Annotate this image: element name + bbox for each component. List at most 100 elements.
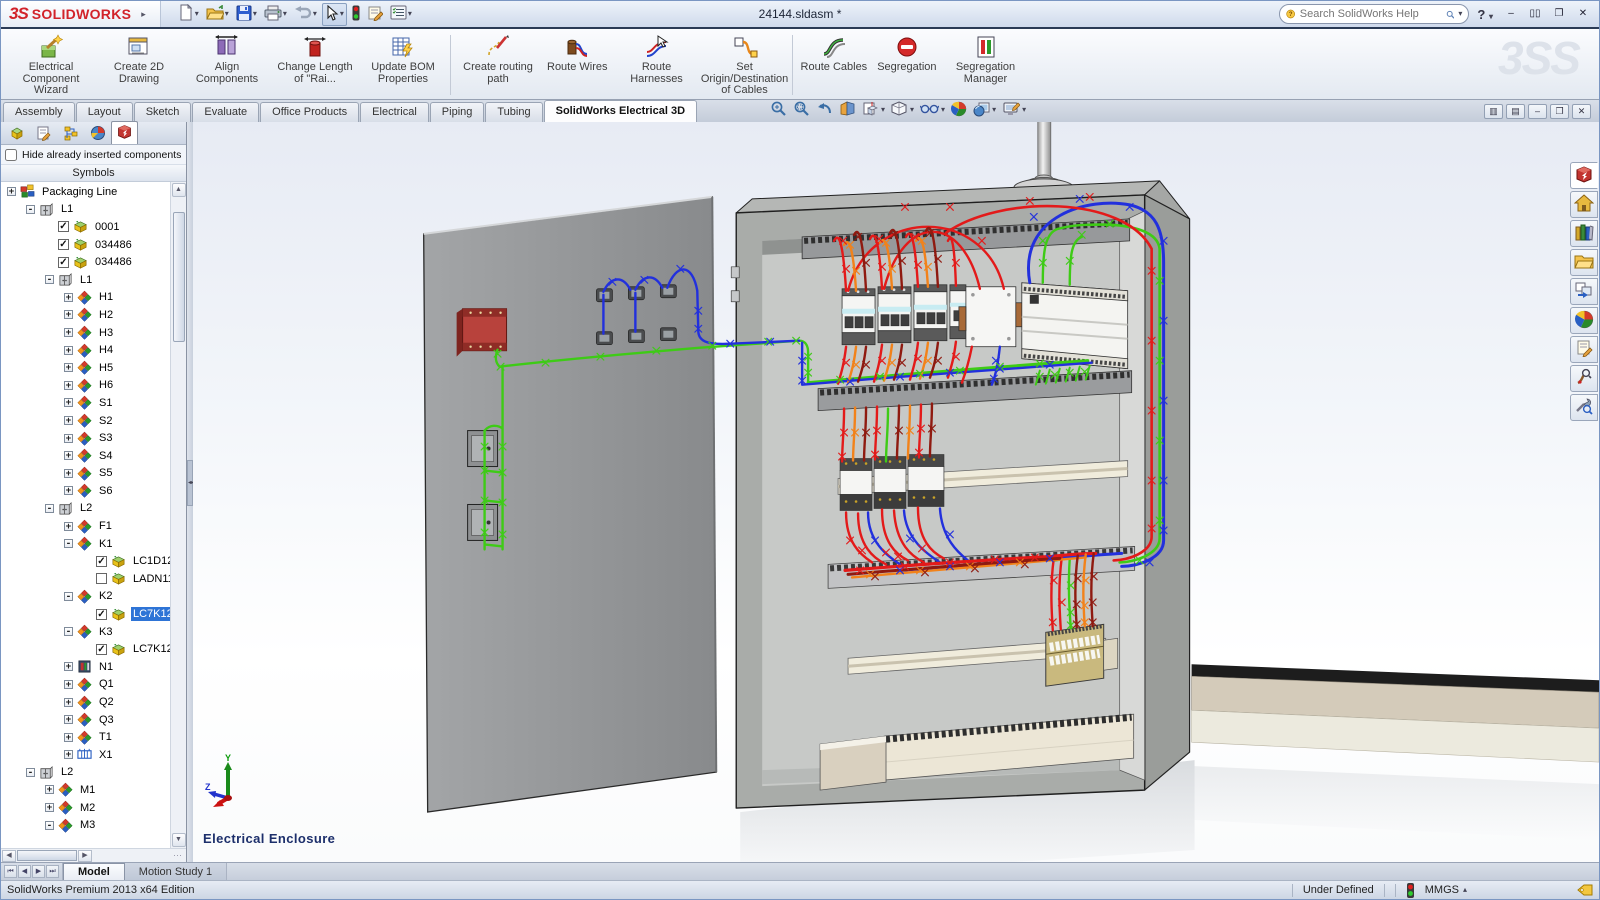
tree-item-q1[interactable]: +Q1 bbox=[1, 676, 170, 694]
expand-toggle[interactable]: + bbox=[64, 486, 73, 495]
tree-item-l1[interactable]: -L1 bbox=[1, 201, 170, 219]
options-button[interactable]: ▾ bbox=[388, 4, 414, 24]
visibility-checkbox[interactable]: ✓ bbox=[96, 556, 107, 567]
interference-check-button[interactable] bbox=[350, 4, 362, 25]
prev-tab-button[interactable]: ◀ bbox=[18, 865, 31, 878]
tab-solidworks-electrical-3d[interactable]: SolidWorks Electrical 3D bbox=[544, 100, 697, 122]
ribbon-segregation-manager-button[interactable]: Segregation Manager bbox=[942, 31, 1030, 99]
tab-evaluate[interactable]: Evaluate bbox=[192, 102, 259, 122]
undo-button[interactable]: ▾ bbox=[292, 4, 319, 25]
ribbon-change-length-of-rai-button[interactable]: Change Length of "Rai... bbox=[271, 31, 359, 99]
expand-toggle[interactable]: + bbox=[64, 363, 73, 372]
apply-scene-button[interactable]: ▾ bbox=[973, 101, 996, 120]
tree-item-h5[interactable]: +H5 bbox=[1, 359, 170, 377]
expand-toggle[interactable]: + bbox=[64, 293, 73, 302]
scroll-thumb[interactable] bbox=[173, 212, 185, 342]
next-tab-button[interactable]: ▶ bbox=[32, 865, 45, 878]
visibility-checkbox[interactable]: ✓ bbox=[96, 644, 107, 655]
expand-toggle[interactable]: + bbox=[64, 416, 73, 425]
panel-tab-hierarchy[interactable] bbox=[57, 124, 84, 144]
expand-toggle[interactable]: + bbox=[64, 680, 73, 689]
scroll-right-arrow[interactable]: ▶ bbox=[78, 850, 92, 862]
tab-sketch[interactable]: Sketch bbox=[134, 102, 192, 122]
task-pane-view-palette[interactable] bbox=[1570, 278, 1598, 305]
tree-item-s1[interactable]: +S1 bbox=[1, 394, 170, 412]
tree-item-s6[interactable]: +S6 bbox=[1, 482, 170, 500]
menu-expand-arrow[interactable]: ▸ bbox=[141, 9, 146, 20]
collapse-toggle[interactable]: - bbox=[26, 205, 35, 214]
zoom-to-fit-button[interactable] bbox=[770, 100, 787, 120]
view-orientation-button[interactable]: ▾ bbox=[862, 100, 885, 120]
expand-toggle[interactable]: + bbox=[64, 310, 73, 319]
tree-item-l1[interactable]: -L1 bbox=[1, 271, 170, 289]
expand-toggle[interactable]: + bbox=[45, 803, 54, 812]
expand-toggle[interactable]: + bbox=[64, 398, 73, 407]
panel-tab-appearances[interactable] bbox=[84, 124, 111, 144]
collapse-toggle[interactable]: - bbox=[45, 504, 54, 513]
expand-toggle[interactable]: + bbox=[64, 346, 73, 355]
visibility-checkbox[interactable] bbox=[96, 573, 107, 584]
tree-item-t1[interactable]: +T1 bbox=[1, 728, 170, 746]
help-icon[interactable]: ? ▾ bbox=[1477, 7, 1493, 22]
scroll-down-arrow[interactable]: ▼ bbox=[172, 833, 186, 847]
panel-tab-insert-components[interactable] bbox=[3, 124, 30, 144]
expand-toggle[interactable]: + bbox=[64, 698, 73, 707]
expand-toggle[interactable]: + bbox=[64, 715, 73, 724]
expand-toggle[interactable]: + bbox=[64, 750, 73, 759]
task-pane-design-library[interactable] bbox=[1570, 220, 1598, 247]
edit-appearance-button[interactable] bbox=[951, 101, 967, 120]
previous-view-button[interactable] bbox=[816, 100, 833, 120]
tree-item-m2[interactable]: +M2 bbox=[1, 799, 170, 817]
search-icon[interactable] bbox=[1446, 8, 1455, 21]
expand-toggle[interactable]: + bbox=[64, 381, 73, 390]
tree-item-f1[interactable]: +F1 bbox=[1, 517, 170, 535]
tree-item-h3[interactable]: +H3 bbox=[1, 324, 170, 342]
collapse-toggle[interactable]: - bbox=[45, 821, 54, 830]
open-document-button[interactable]: ▾ bbox=[204, 4, 231, 25]
zoom-to-area-button[interactable] bbox=[793, 100, 810, 120]
tree-item-lc7k12[interactable]: ✓LC7K12 bbox=[1, 640, 170, 658]
tree-item-k3[interactable]: -K3 bbox=[1, 623, 170, 641]
tab-tubing[interactable]: Tubing bbox=[485, 102, 542, 122]
expand-toggle[interactable]: + bbox=[64, 328, 73, 337]
window-close-button[interactable]: ✕ bbox=[1573, 6, 1593, 22]
search-input[interactable] bbox=[1300, 8, 1442, 20]
ribbon-create-2d-drawing-button[interactable]: Create 2D Drawing bbox=[95, 31, 183, 99]
ribbon-align-components-button[interactable]: Align Components bbox=[183, 31, 271, 99]
visibility-checkbox[interactable]: ✓ bbox=[96, 609, 107, 620]
tab-office-products[interactable]: Office Products bbox=[260, 102, 359, 122]
tag-icon[interactable] bbox=[1577, 884, 1593, 897]
tree-item-k2[interactable]: -K2 bbox=[1, 588, 170, 606]
last-tab-button[interactable]: ⏭ bbox=[46, 865, 59, 878]
task-pane-appearances-scenes[interactable] bbox=[1570, 307, 1598, 334]
window-pane-button[interactable]: ▯▯ bbox=[1525, 6, 1545, 22]
tree-item-m3[interactable]: -M3 bbox=[1, 816, 170, 834]
ribbon-electrical-component-wizard-button[interactable]: Electrical Component Wizard bbox=[7, 31, 95, 99]
task-pane-electrical-symbols[interactable] bbox=[1570, 365, 1598, 392]
expand-toggle[interactable]: + bbox=[64, 469, 73, 478]
window-minimize-button[interactable]: – bbox=[1501, 6, 1521, 22]
ribbon-route-harnesses-button[interactable]: Route Harnesses bbox=[613, 31, 701, 99]
task-pane-custom-properties[interactable] bbox=[1570, 336, 1598, 363]
ribbon-set-origin-destination-of-cables-button[interactable]: Set Origin/Destination of Cables bbox=[701, 31, 789, 99]
ribbon-route-cables-button[interactable]: Route Cables bbox=[796, 31, 873, 99]
doc-pane-left-button[interactable]: ▥ bbox=[1484, 104, 1503, 119]
expand-toggle[interactable]: + bbox=[64, 522, 73, 531]
tree-item-s3[interactable]: +S3 bbox=[1, 429, 170, 447]
tree-item-s5[interactable]: +S5 bbox=[1, 465, 170, 483]
tree-item-lc7k12[interactable]: ✓LC7K12 bbox=[1, 605, 170, 623]
tab-piping[interactable]: Piping bbox=[430, 102, 485, 122]
graphics-area[interactable]: Electrical Enclosure Y Z bbox=[193, 122, 1599, 862]
first-tab-button[interactable]: ⏮ bbox=[4, 865, 17, 878]
hide-inserted-checkbox[interactable] bbox=[5, 149, 17, 161]
section-view-button[interactable] bbox=[839, 100, 856, 120]
ribbon-route-wires-button[interactable]: Route Wires bbox=[542, 31, 613, 99]
tree-item-s2[interactable]: +S2 bbox=[1, 412, 170, 430]
tree-item-h2[interactable]: +H2 bbox=[1, 306, 170, 324]
model-tab-motion-study-1[interactable]: Motion Study 1 bbox=[125, 863, 227, 880]
save-button[interactable]: ▾ bbox=[234, 4, 259, 25]
help-search[interactable]: ? ▾ bbox=[1279, 4, 1469, 24]
tree-item-x1[interactable]: +X1 bbox=[1, 746, 170, 764]
ribbon-create-routing-path-button[interactable]: Create routing path bbox=[454, 31, 542, 99]
tree-item-packaging-line[interactable]: +Packaging Line bbox=[1, 183, 170, 201]
